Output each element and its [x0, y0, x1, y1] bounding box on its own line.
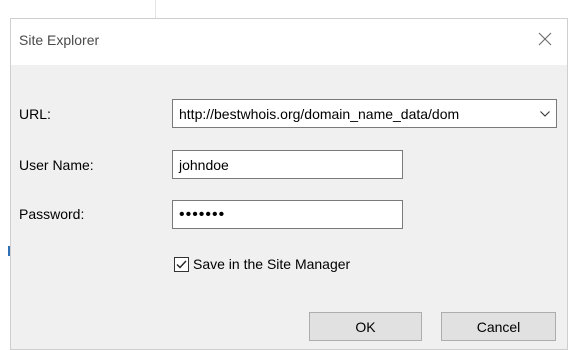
close-icon: [538, 32, 552, 46]
username-label: User Name:: [19, 157, 94, 173]
checkbox-box[interactable]: [174, 256, 189, 272]
close-button[interactable]: [523, 19, 567, 59]
chevron-down-icon[interactable]: [536, 100, 554, 127]
password-input[interactable]: •••••••: [172, 200, 403, 229]
url-value: http://bestwhois.org/domain_name_data/do…: [179, 105, 460, 122]
username-input[interactable]: johndoe: [172, 150, 403, 179]
url-combobox[interactable]: http://bestwhois.org/domain_name_data/do…: [172, 99, 557, 128]
save-site-checkbox[interactable]: Save in the Site Manager: [174, 256, 350, 272]
url-label: URL:: [19, 106, 51, 122]
checkmark-icon: [176, 260, 187, 269]
ok-button[interactable]: OK: [309, 312, 422, 341]
dialog-title: Site Explorer: [19, 32, 100, 48]
background-divider: [155, 0, 156, 18]
password-label: Password:: [19, 206, 85, 222]
save-site-label: Save in the Site Manager: [193, 256, 351, 272]
cancel-button[interactable]: Cancel: [441, 312, 556, 341]
site-explorer-dialog: Site Explorer URL: http://bestwhois.org/…: [10, 18, 568, 350]
dialog-titlebar: Site Explorer: [11, 19, 567, 65]
